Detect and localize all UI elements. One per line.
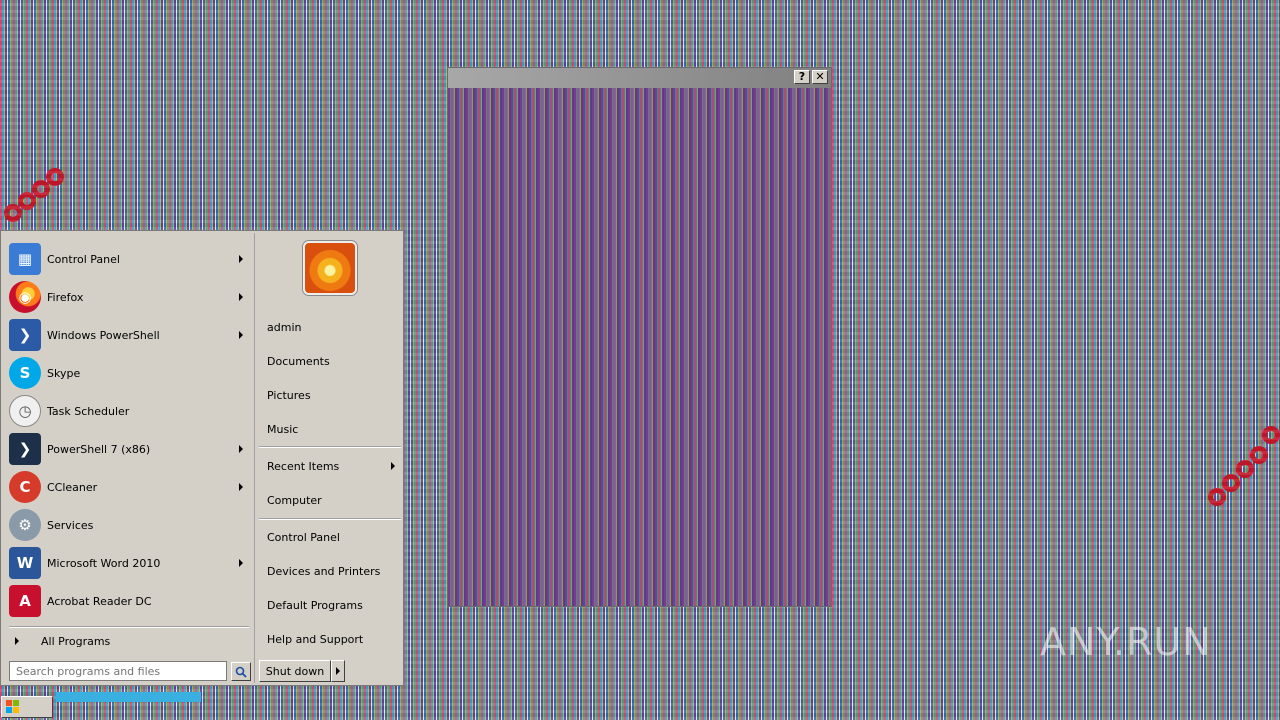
link-default-programs[interactable]: Default Programs (267, 599, 363, 612)
chain-decoration (46, 168, 64, 186)
shutdown-button[interactable]: Shut down (259, 660, 331, 682)
control-panel-icon: ▦ (9, 243, 41, 275)
triangle-right-icon (15, 637, 19, 645)
program-powershell-7[interactable]: ❯ PowerShell 7 (x86) (9, 431, 251, 467)
submenu-arrow-icon (239, 255, 243, 263)
chain-decoration (1236, 460, 1254, 478)
submenu-arrow-icon (239, 293, 243, 301)
menu-divider (259, 518, 401, 520)
powershell-7-icon: ❯ (9, 433, 41, 465)
submenu-arrow-icon (239, 331, 243, 339)
submenu-arrow-icon (391, 462, 395, 470)
program-task-scheduler[interactable]: ◷ Task Scheduler (9, 393, 251, 429)
link-pictures[interactable]: Pictures (267, 389, 311, 402)
places-pane: admin Documents Pictures Music Recent It… (254, 233, 403, 683)
dialog-titlebar[interactable]: ? ✕ (448, 68, 831, 88)
link-devices-printers[interactable]: Devices and Printers (267, 565, 380, 578)
user-avatar[interactable] (303, 241, 357, 295)
skype-icon: S (9, 357, 41, 389)
link-control-panel[interactable]: Control Panel (267, 531, 340, 544)
programs-pane: ▦ Control Panel ◉ Firefox ❯ Windows Powe… (3, 233, 253, 683)
acrobat-icon: A (9, 585, 41, 617)
program-control-panel[interactable]: ▦ Control Panel (9, 241, 251, 277)
dialog-content (448, 88, 831, 606)
search-icon (235, 666, 247, 678)
clock-icon: ◷ (9, 395, 41, 427)
windows-logo-icon (6, 700, 19, 713)
dialog-window: ? ✕ (447, 67, 832, 607)
program-skype[interactable]: S Skype (9, 355, 251, 391)
menu-divider (9, 626, 249, 628)
chain-decoration (1222, 474, 1240, 492)
close-button[interactable]: ✕ (812, 70, 828, 84)
powershell-icon: ❯ (9, 319, 41, 351)
chain-decoration (1250, 446, 1268, 464)
search-button[interactable] (231, 662, 251, 681)
link-admin[interactable]: admin (267, 321, 301, 334)
firefox-icon: ◉ (9, 281, 41, 313)
chain-decoration (1208, 488, 1226, 506)
start-button[interactable] (1, 696, 53, 718)
search-input[interactable] (9, 661, 227, 681)
link-documents[interactable]: Documents (267, 355, 330, 368)
chain-decoration (32, 180, 50, 198)
submenu-arrow-icon (239, 483, 243, 491)
link-recent-items[interactable]: Recent Items (267, 460, 339, 473)
chain-decoration (1262, 426, 1280, 444)
link-computer[interactable]: Computer (267, 494, 322, 507)
program-ccleaner[interactable]: C CCleaner (9, 469, 251, 505)
program-windows-powershell[interactable]: ❯ Windows PowerShell (9, 317, 251, 353)
all-programs-button[interactable]: All Programs (9, 631, 251, 651)
link-help-support[interactable]: Help and Support (267, 633, 363, 646)
chain-decoration (4, 204, 22, 222)
program-services[interactable]: ⚙ Services (9, 507, 251, 543)
submenu-arrow-icon (239, 559, 243, 567)
submenu-arrow-icon (239, 445, 243, 453)
anyrun-watermark: ANY.RUN (1040, 620, 1212, 664)
taskbar-item[interactable] (56, 692, 201, 702)
link-music[interactable]: Music (267, 423, 298, 436)
taskbar (0, 690, 1280, 720)
program-firefox[interactable]: ◉ Firefox (9, 279, 251, 315)
start-menu: ▦ Control Panel ◉ Firefox ❯ Windows Powe… (0, 230, 404, 686)
menu-divider (259, 446, 401, 448)
chain-decoration (18, 192, 36, 210)
word-icon: W (9, 547, 41, 579)
gears-icon: ⚙ (9, 509, 41, 541)
help-button[interactable]: ? (794, 70, 810, 84)
ccleaner-icon: C (9, 471, 41, 503)
program-acrobat-reader[interactable]: A Acrobat Reader DC (9, 583, 251, 619)
shutdown-options-button[interactable] (331, 660, 345, 682)
program-microsoft-word[interactable]: W Microsoft Word 2010 (9, 545, 251, 581)
